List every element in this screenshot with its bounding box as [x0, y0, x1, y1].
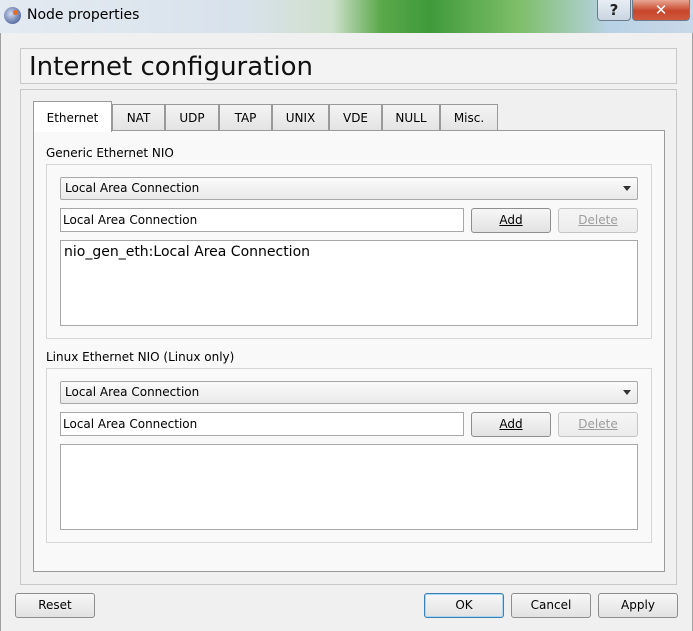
generic-add-label: Add	[499, 213, 523, 227]
linux-interface-input[interactable]: Local Area Connection	[60, 412, 464, 436]
generic-interface-select[interactable]: Local Area Connection	[60, 177, 638, 200]
chevron-down-icon	[623, 390, 631, 395]
linux-interface-select[interactable]: Local Area Connection	[60, 381, 638, 404]
tab-tap[interactable]: TAP	[219, 104, 272, 131]
generic-interface-input[interactable]: Local Area Connection	[60, 208, 464, 232]
linux-delete-button[interactable]: Delete	[558, 412, 638, 437]
tab-nat[interactable]: NAT	[112, 104, 165, 131]
linux-ethernet-label: Linux Ethernet NIO (Linux only)	[46, 350, 235, 364]
linux-delete-label: Delete	[578, 417, 618, 431]
generic-ethernet-label: Generic Ethernet NIO	[46, 146, 174, 160]
tab-unix[interactable]: UNIX	[272, 104, 329, 131]
generic-delete-button[interactable]: Delete	[558, 208, 638, 233]
tab-misc[interactable]: Misc.	[440, 104, 498, 131]
app-icon	[4, 7, 21, 24]
chevron-down-icon	[623, 186, 631, 191]
page-title: Internet configuration	[29, 52, 313, 82]
tab-vde[interactable]: VDE	[329, 104, 382, 131]
generic-interface-value: Local Area Connection	[65, 181, 200, 195]
close-button[interactable]: ✕	[632, 0, 690, 21]
window-title: Node properties	[27, 7, 140, 23]
linux-nio-list[interactable]	[60, 444, 638, 530]
generic-add-button[interactable]: Add	[471, 208, 551, 233]
tab-udp[interactable]: UDP	[165, 104, 219, 131]
generic-delete-label: Delete	[578, 213, 618, 227]
close-icon: ✕	[654, 1, 668, 19]
list-item[interactable]: nio_gen_eth:Local Area Connection	[64, 244, 310, 260]
help-button[interactable]: ?	[597, 0, 631, 21]
ok-button[interactable]: OK	[424, 593, 504, 618]
linux-add-button[interactable]: Add	[471, 412, 551, 437]
page-header: Internet configuration	[20, 48, 677, 84]
linux-add-label: Add	[499, 417, 523, 431]
linux-interface-value: Local Area Connection	[65, 385, 200, 399]
cancel-button[interactable]: Cancel	[511, 593, 591, 618]
tab-null[interactable]: NULL	[382, 104, 440, 131]
reset-button[interactable]: Reset	[15, 593, 95, 618]
tab-ethernet[interactable]: Ethernet	[33, 101, 112, 132]
apply-button[interactable]: Apply	[598, 593, 678, 618]
help-icon: ?	[609, 1, 619, 19]
title-bar: Node properties ? ✕	[0, 0, 693, 33]
generic-nio-list[interactable]: nio_gen_eth:Local Area Connection	[60, 240, 638, 326]
